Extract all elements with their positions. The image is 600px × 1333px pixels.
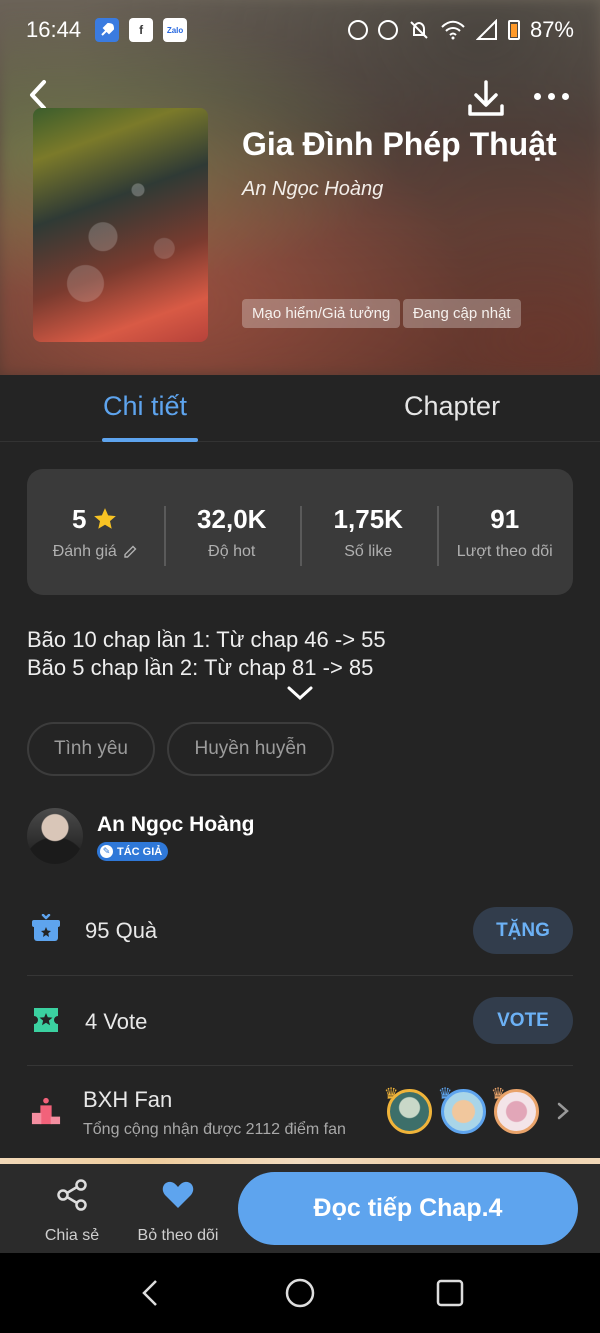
nav-back-icon[interactable]	[138, 1277, 162, 1309]
follow-value: 91	[490, 503, 520, 534]
fan-ranking-subtitle: Tổng cộng nhận được 2112 điểm fan	[83, 1121, 346, 1138]
heart-icon	[162, 1181, 194, 1208]
book-description: Bão 10 chap lần 1: Từ chap 46 -> 55 Bão …	[27, 626, 386, 682]
gift-icon	[32, 914, 60, 941]
like-value: 1,75K	[333, 503, 403, 534]
star-icon	[94, 508, 117, 529]
unfollow-label: Bỏ theo dõi	[137, 1227, 219, 1244]
pen-icon: ✎	[100, 845, 113, 858]
tab-indicator	[102, 438, 198, 442]
hot-value: 32,0K	[197, 503, 267, 534]
tab-details[interactable]: Chi tiết	[103, 391, 187, 422]
fan-avatar[interactable]: ♛	[491, 1086, 539, 1134]
chevron-right-icon[interactable]	[556, 1101, 570, 1121]
signal-icon	[475, 19, 497, 40]
tab-chapter[interactable]: Chapter	[404, 391, 500, 422]
battery-icon	[507, 20, 520, 40]
fan-ranking-title[interactable]: BXH Fan	[83, 1087, 172, 1113]
follow-stat: 91 Lượt theo dõi	[436, 503, 574, 566]
book-cover	[33, 108, 208, 342]
wifi-icon	[441, 20, 465, 40]
description-line: Bão 5 chap lần 2: Từ chap 81 -> 85	[27, 655, 374, 680]
follow-label: Lượt theo dõi	[456, 542, 553, 560]
author-badge-label: TÁC GIẢ	[117, 845, 163, 858]
like-stat: 1,75K Số like	[300, 503, 437, 566]
chevron-down-icon[interactable]	[286, 684, 314, 702]
battery-level: 87%	[529, 17, 574, 42]
genre-tag-romance[interactable]: Tình yêu	[27, 722, 155, 776]
author-avatar[interactable]	[27, 808, 83, 864]
data-saver-icon	[377, 20, 398, 40]
book-title: Gia Đình Phép Thuật	[242, 126, 557, 162]
author-name[interactable]: An Ngọc Hoàng	[97, 813, 255, 837]
book-header: 16:44 f Zalo 87% Gia Đình Phép Thuật An …	[0, 0, 600, 375]
download-button[interactable]	[466, 78, 506, 118]
status-bar: 16:44 f Zalo 87%	[0, 0, 600, 60]
vote-count: 4 Vote	[85, 1009, 148, 1034]
edit-icon	[124, 545, 137, 558]
share-label: Chia sẻ	[44, 1227, 100, 1244]
genre-tag-fantasy[interactable]: Huyền huyễn	[167, 722, 334, 776]
tab-bar: Chi tiết Chapter	[0, 375, 600, 442]
bottom-action-bar: Chia sẻ Bỏ theo dõi Đọc tiếp Chap.4	[0, 1164, 600, 1253]
continue-reading-button[interactable]: Đọc tiếp Chap.4	[238, 1172, 578, 1245]
author-badge: ✎ TÁC GIẢ	[97, 842, 169, 861]
rating-value: 5	[72, 503, 87, 534]
status-chip: Đang cập nhật	[403, 299, 521, 328]
facebook-icon: f	[129, 18, 154, 42]
description-line: Bão 10 chap lần 1: Từ chap 46 -> 55	[27, 627, 386, 652]
vote-button[interactable]: VOTE	[473, 997, 573, 1044]
status-time: 16:44	[26, 17, 82, 42]
nav-recents-icon[interactable]	[436, 1277, 464, 1309]
gift-count: 95 Quà	[85, 918, 158, 943]
more-options-button[interactable]	[534, 84, 574, 108]
genre-chip: Mạo hiểm/Giả tưởng	[242, 299, 401, 328]
hot-stat: 32,0K Độ hot	[163, 503, 301, 566]
stats-card: 5 Đánh giá 32,0K Độ hot 1,75K Số like 91…	[27, 469, 573, 595]
leaderboard-icon	[31, 1097, 61, 1125]
fan-avatar[interactable]: ♛	[384, 1086, 432, 1134]
zalo-icon: Zalo	[163, 18, 188, 42]
back-button[interactable]	[22, 78, 56, 112]
hot-label: Độ hot	[208, 542, 256, 560]
share-icon	[57, 1179, 87, 1211]
system-nav-bar	[0, 1253, 600, 1333]
alarm-icon	[347, 20, 368, 40]
nav-home-icon[interactable]	[284, 1277, 316, 1309]
like-label: Số like	[344, 542, 393, 560]
vote-ticket-icon	[34, 1008, 58, 1032]
unfollow-button[interactable]: Bỏ theo dõi	[134, 1178, 222, 1245]
fan-avatar[interactable]: ♛	[438, 1086, 486, 1134]
divider	[27, 1065, 573, 1066]
rating-stat[interactable]: 5 Đánh giá	[27, 504, 164, 561]
share-button[interactable]: Chia sẻ	[36, 1178, 108, 1245]
rating-label: Đánh giá	[52, 542, 117, 560]
give-gift-button[interactable]: TẶNG	[473, 907, 573, 954]
rocket-app-icon	[95, 18, 120, 42]
divider	[27, 975, 573, 976]
book-author[interactable]: An Ngọc Hoàng	[242, 178, 383, 201]
mute-icon	[410, 21, 428, 39]
